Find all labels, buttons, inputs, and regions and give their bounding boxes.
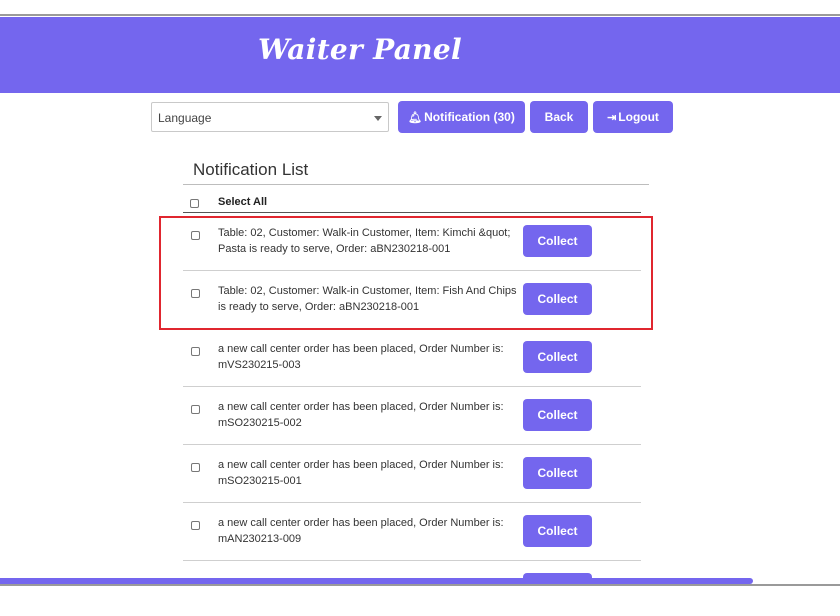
notification-row: Table: 02, Customer: Walk-in Customer, I… (183, 213, 641, 271)
window-bottom-edge (0, 584, 840, 586)
collect-button[interactable]: Collect (523, 399, 592, 431)
collect-button-label: Collect (537, 466, 578, 480)
notification-button-label: Notification (30) (424, 110, 515, 124)
collect-button[interactable]: Collect (523, 515, 592, 547)
notification-text: Table: 02, Customer: Walk-in Customer, I… (218, 285, 517, 313)
collect-button[interactable]: Collect (523, 341, 592, 373)
language-select-value: Language (158, 111, 212, 125)
collect-button-label: Collect (537, 292, 578, 306)
logout-button[interactable]: ⇥ Logout (593, 101, 673, 133)
toolbar: Language 🔔︎ Notification (30) Back ⇥ Log… (151, 101, 691, 133)
notification-button[interactable]: 🔔︎ Notification (30) (398, 101, 525, 133)
row-checkbox[interactable] (191, 521, 200, 530)
title-divider (183, 184, 649, 185)
header-bar: Waiter Panel (0, 17, 840, 93)
collect-button[interactable]: Collect (523, 457, 592, 489)
collect-button-label: Collect (537, 524, 578, 538)
notification-list-title: Notification List (193, 160, 309, 179)
row-checkbox[interactable] (191, 405, 200, 414)
select-all-checkbox[interactable] (190, 198, 199, 208)
select-all-checkbox-wrap (190, 195, 199, 211)
notification-text: a new call center order has been placed,… (218, 459, 504, 487)
collect-button-label: Collect (537, 350, 578, 364)
language-select[interactable]: Language (151, 102, 389, 132)
notification-text: a new call center order has been placed,… (218, 343, 504, 371)
row-checkbox[interactable] (191, 347, 200, 356)
notification-row: a new call center order has been placed,… (183, 329, 641, 387)
logout-button-label: Logout (618, 110, 659, 124)
back-button[interactable]: Back (530, 101, 588, 133)
row-checkbox[interactable] (191, 231, 200, 240)
notification-row: a new call center order has been placed,… (183, 503, 641, 561)
caret-down-icon (374, 116, 382, 121)
sign-out-icon: ⇥ (607, 111, 617, 124)
page-title: Waiter Panel (258, 33, 462, 66)
notification-row: a new call center order has been placed,… (183, 445, 641, 503)
bell-icon: 🔔︎ (408, 111, 423, 124)
window-top-edge (0, 0, 840, 16)
notification-text: a new call center order has been placed,… (218, 401, 504, 429)
notification-row: a new call center order has been placed,… (183, 387, 641, 445)
collect-button-label: Collect (537, 408, 578, 422)
notification-row: Table: 02, Customer: Walk-in Customer, I… (183, 271, 641, 329)
notification-text: Table: 02, Customer: Walk-in Customer, I… (218, 227, 511, 255)
collect-button[interactable]: Collect (523, 283, 592, 315)
select-all-label: Select All (218, 196, 268, 208)
notification-text: a new call center order has been placed,… (218, 517, 504, 545)
row-checkbox[interactable] (191, 289, 200, 298)
row-checkbox[interactable] (191, 463, 200, 472)
collect-button-label: Collect (537, 234, 578, 248)
back-button-label: Back (544, 110, 574, 124)
collect-button[interactable]: Collect (523, 225, 592, 257)
